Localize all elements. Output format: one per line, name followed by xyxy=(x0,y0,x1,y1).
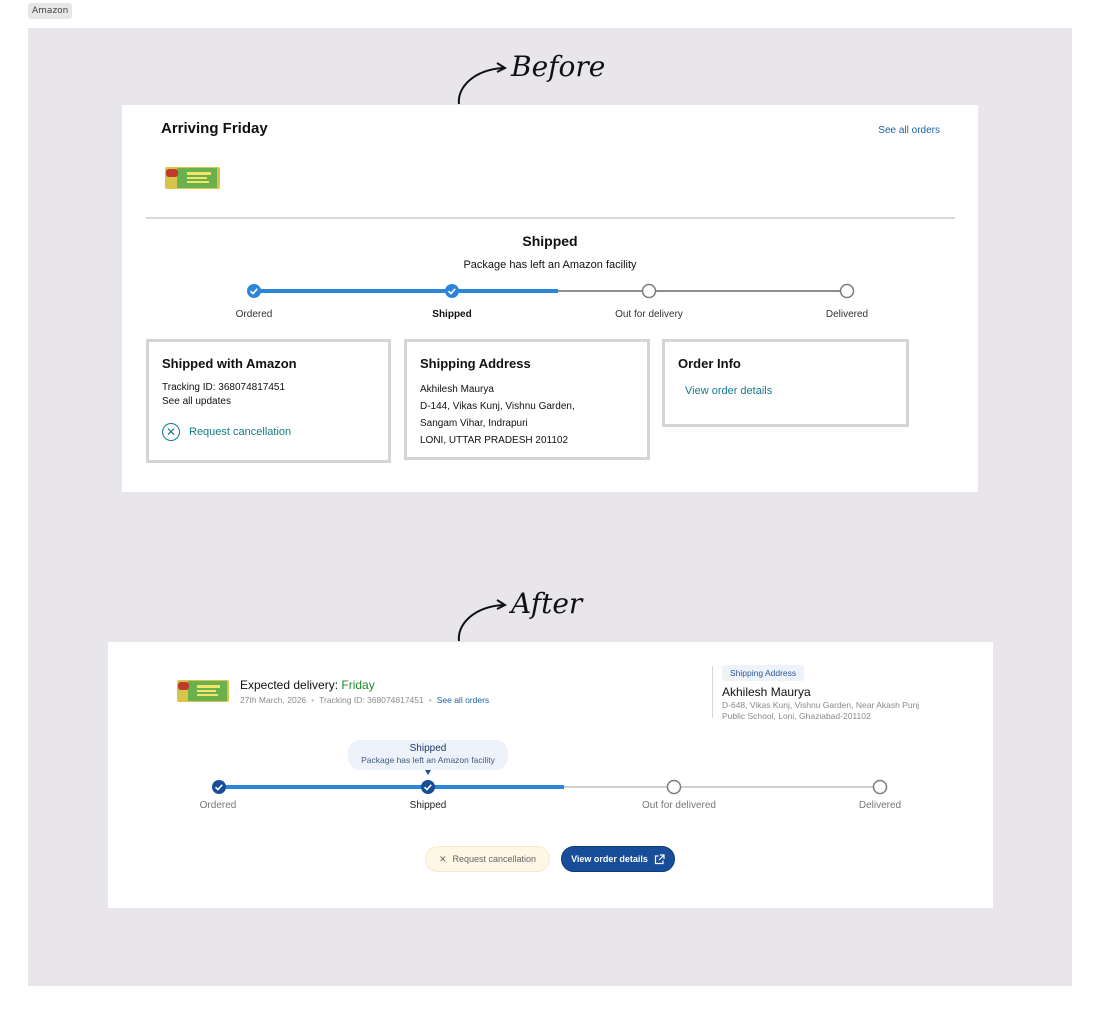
shipping-address-box: Shipping Address Akhilesh Maurya D-144, … xyxy=(404,339,650,460)
progress-tracker xyxy=(212,779,888,795)
request-cancellation-label: Request cancellation xyxy=(452,854,537,864)
see-all-orders-link[interactable]: See all orders xyxy=(437,695,489,705)
box-title: Order Info xyxy=(678,356,741,371)
box-title: Shipping Address xyxy=(420,356,531,371)
close-icon: ✕ xyxy=(438,853,447,864)
status-tooltip: Shipped Package has left an Amazon facil… xyxy=(348,740,508,770)
request-cancellation-button[interactable]: ✕ Request cancellation xyxy=(162,423,375,441)
step-label: Out for delivery xyxy=(615,309,683,320)
view-order-details-label: View order details xyxy=(571,854,648,864)
view-order-details-link[interactable]: View order details xyxy=(685,385,893,397)
step-label: Ordered xyxy=(235,309,273,320)
box-title: Shipped with Amazon xyxy=(162,356,297,371)
step-label: Shipped xyxy=(432,309,472,320)
product-thumbnail[interactable] xyxy=(177,678,229,704)
tracking-id: Tracking ID: 368074817451 xyxy=(319,695,424,705)
address-line: D-144, Vikas Kunj, Vishnu Garden, xyxy=(420,401,575,412)
expected-delivery-day: Friday xyxy=(341,678,375,692)
see-all-updates-link[interactable]: See all updates xyxy=(162,395,375,409)
order-info-box: Order Info View order details xyxy=(662,339,909,427)
status-tooltip-title: Shipped xyxy=(409,743,447,754)
step-label: Shipped xyxy=(409,800,447,811)
shipment-status: Shipped xyxy=(522,233,578,249)
product-thumbnail[interactable] xyxy=(165,165,220,191)
close-circle-icon: ✕ xyxy=(162,423,180,441)
address-line: Akhilesh Maurya xyxy=(420,384,494,395)
see-all-orders-link[interactable]: See all orders xyxy=(878,125,940,136)
request-cancellation-label: Request cancellation xyxy=(189,426,292,438)
separator-dot: • xyxy=(428,695,432,705)
separator-dot: • xyxy=(311,695,315,705)
step-delivered-icon xyxy=(872,779,888,795)
recipient-address: D-648, Vikas Kunj, Vishnu Garden, Near A… xyxy=(722,700,920,721)
vertical-divider xyxy=(712,666,713,718)
order-meta: 27th March, 2026 • Tracking ID: 3680748174… xyxy=(240,695,489,705)
caret-down-icon xyxy=(425,770,431,775)
address-line: LONI, UTTAR PRADESH 201102 xyxy=(420,435,569,446)
after-card: Expected delivery: Friday 27th March, 20… xyxy=(108,642,993,908)
step-shipped-icon xyxy=(421,780,435,794)
step-ordered-icon xyxy=(212,780,226,794)
request-cancellation-button[interactable]: ✕ Request cancellation xyxy=(425,846,550,872)
step-ordered-icon xyxy=(247,284,261,298)
after-note: After xyxy=(511,587,583,620)
step-label: Delivered xyxy=(858,800,902,811)
shipped-with-amazon-box: Shipped with Amazon Tracking ID: 3680748… xyxy=(146,339,391,463)
step-shipped-icon xyxy=(445,284,459,298)
tracking-id: Tracking ID: 368074817451 xyxy=(162,382,286,393)
step-delivered-icon xyxy=(839,283,855,299)
step-out-icon xyxy=(641,283,657,299)
recipient-name: Akhilesh Maurya xyxy=(722,685,811,699)
before-arrow-icon xyxy=(457,62,508,105)
step-label: Ordered xyxy=(199,800,237,811)
shipping-address-badge: Shipping Address xyxy=(722,665,805,681)
step-out-icon xyxy=(666,779,682,795)
view-order-details-button[interactable]: View order details xyxy=(561,846,675,872)
delivery-date: 27th March, 2026 xyxy=(240,695,307,705)
status-tooltip-sub: Package has left an Amazon facility xyxy=(361,755,495,765)
before-card: Arriving Friday See all orders Shipped P… xyxy=(122,105,978,492)
expected-delivery-label: Expected delivery: xyxy=(240,678,342,692)
progress-tracker xyxy=(247,283,855,299)
divider xyxy=(146,217,955,219)
frame-label: Amazon xyxy=(28,3,73,19)
address-line: Sangam Vihar, Indrapuri xyxy=(420,418,528,429)
before-note: Before xyxy=(511,50,606,83)
step-label: Out for delivered xyxy=(642,800,716,811)
expected-delivery: Expected delivery: Friday xyxy=(240,678,375,692)
arriving-title: Arriving Friday xyxy=(161,120,268,137)
step-label: Delivered xyxy=(825,309,869,320)
shipment-status-sub: Package has left an Amazon facility xyxy=(463,259,637,271)
external-link-icon xyxy=(654,853,665,864)
after-arrow-icon xyxy=(457,599,508,642)
